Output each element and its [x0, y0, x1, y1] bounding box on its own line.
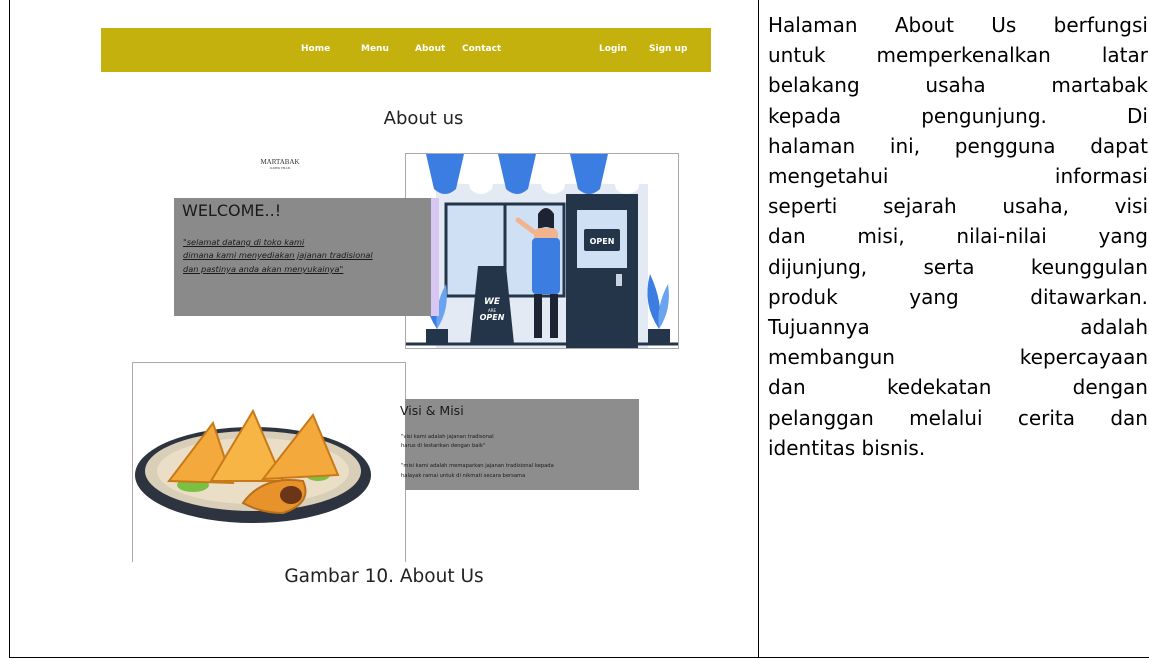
food-illustration: [132, 362, 406, 562]
description-line: dan misi, nilai-nilai yang: [768, 224, 1148, 249]
description-line: produk yang ditawarkan.: [768, 284, 1148, 309]
stand-sign-we: WE: [484, 297, 501, 307]
visi-line: "visi kami adalah jajanan tradisonal: [401, 434, 494, 440]
description-line: Tujuannya adalah: [768, 315, 1148, 340]
welcome-line: dimana kami menyediakan jajanan tradisio…: [183, 250, 373, 260]
description-line: seperti sejarah usaha, visi: [768, 194, 1148, 219]
description-line: pelanggan melalui cerita dan: [768, 405, 1148, 430]
martabak-plate-image: [135, 408, 371, 523]
welcome-overlay-edge: [431, 198, 439, 316]
description-line: dan kedekatan dengan: [768, 375, 1148, 400]
nav-login[interactable]: Login: [599, 44, 627, 54]
welcome-line: dan pastinya anda akan menyukainya": [183, 264, 344, 274]
description-line: kepada pengunjung. Di: [768, 103, 1148, 128]
visi-heading: Visi & Misi: [400, 403, 464, 418]
page-title: About us: [383, 108, 464, 129]
description-line: dijunjung, serta keunggulan: [768, 254, 1148, 279]
stand-sign-open: OPEN: [480, 313, 505, 322]
description-line: mengetahui informasi: [768, 164, 1148, 189]
brand-name: MARTABAK: [260, 158, 300, 166]
figure-caption: Gambar 10. About Us: [284, 566, 484, 587]
misi-line: halayak ramai untuk di nikmati secara be…: [401, 473, 526, 479]
welcome-heading: WELCOME..!: [182, 201, 282, 220]
description-line: Halaman About Us berfungsi: [768, 13, 1148, 37]
welcome-line: "selamat datang di toko kami: [183, 237, 305, 247]
visi-line: harus di lestarikan dengan baik": [401, 443, 486, 449]
description-line: belakang usaha martabak: [768, 73, 1148, 98]
nav-signup[interactable]: Sign up: [649, 44, 687, 54]
navbar: Home Menu About Contact Login Sign up: [101, 28, 711, 72]
description-line: membangun kepercayaan: [768, 345, 1148, 370]
brand-tagline: LUMER TELUR: [269, 166, 291, 170]
misi-line: "misi kami adalah memaparkan jajanan tra…: [401, 463, 554, 469]
description-line: identitas bisnis.: [768, 435, 926, 460]
nav-home[interactable]: Home: [301, 44, 330, 54]
open-sign-text: OPEN: [590, 237, 615, 246]
description-line: untuk memperkenalkan latar: [768, 43, 1148, 68]
nav-about[interactable]: About: [415, 44, 445, 54]
description-paragraph: Halaman About Us berfungsi untuk memperkenal…: [768, 10, 1148, 463]
nav-menu[interactable]: Menu: [361, 44, 389, 54]
nav-contact[interactable]: Contact: [462, 44, 501, 54]
about-page-screenshot: Home Menu About Contact Login Sign up Ab…: [101, 28, 711, 562]
shop-illustration: OPEN WE ARE OPEN: [405, 153, 679, 349]
brand-logo: MARTABAK LUMER TELUR: [259, 158, 301, 170]
shop-storefront-image: OPEN WE ARE OPEN: [406, 154, 678, 348]
description-line: halaman ini, pengguna dapat: [768, 133, 1148, 158]
